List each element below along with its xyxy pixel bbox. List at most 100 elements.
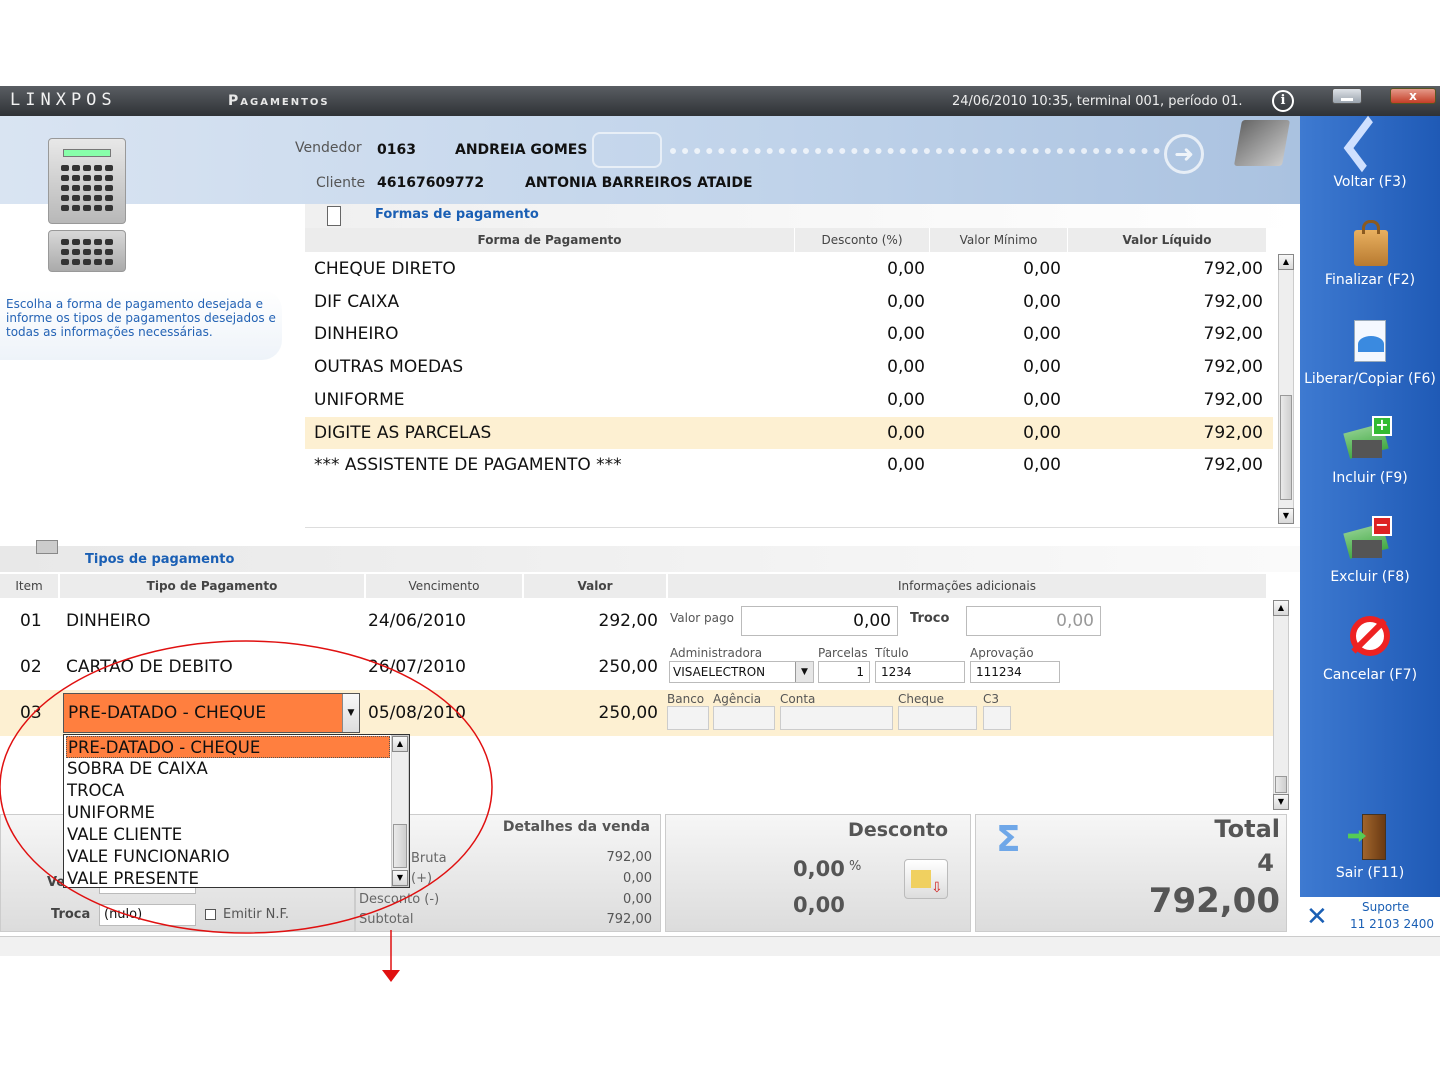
col-valor-liquido[interactable]: Valor Líquido [1068, 228, 1267, 252]
incluir-button[interactable]: Incluir (F9) [1300, 470, 1440, 486]
dropdown-option[interactable]: VALE CLIENTE [66, 824, 390, 846]
tipos-title: Tipos de pagamento [85, 552, 235, 567]
dropdown-option[interactable]: VALE FUNCIONARIO [66, 846, 390, 868]
finalizar-button[interactable]: Finalizar (F2) [1300, 272, 1440, 288]
scroll-down-arrow-icon[interactable]: ▼ [392, 870, 408, 886]
card-decoration-icon [592, 132, 662, 168]
administradora-label: Administradora [670, 646, 763, 660]
conta-input[interactable] [780, 706, 893, 730]
dropdown-option[interactable]: TROCA [66, 780, 390, 802]
money-add-icon[interactable]: + [1343, 414, 1396, 464]
forma-liquido: 792,00 [1203, 389, 1263, 410]
chevron-down-icon[interactable]: ▼ [795, 662, 813, 682]
scroll-down-arrow-icon[interactable]: ▼ [1273, 794, 1289, 810]
col-valor[interactable]: Valor [524, 574, 666, 598]
col-tipo[interactable]: Tipo de Pagamento [60, 574, 364, 598]
suporte-phone: 11 2103 2400 [1350, 917, 1434, 931]
emitir-nf-label-2: Emitir N.F. [223, 907, 290, 922]
dropdown-option[interactable]: UNIFORME [66, 802, 390, 824]
formas-scrollbar[interactable]: ▲ ▼ [1278, 254, 1294, 524]
administradora-select[interactable]: VISAELECTRON ▼ [669, 661, 814, 683]
sair-button[interactable]: Sair (F11) [1300, 865, 1440, 881]
exit-door-icon[interactable] [1344, 812, 1396, 862]
money-remove-icon[interactable]: − [1343, 514, 1396, 564]
col-forma[interactable]: Forma de Pagamento [305, 228, 795, 252]
scroll-thumb[interactable] [1275, 776, 1287, 793]
table-row[interactable]: 02 CARTAO DE DEBITO 26/07/2010 250,00 [0, 644, 1273, 690]
back-arrows-icon[interactable] [1343, 115, 1396, 173]
emitir-nf-checkbox-2[interactable] [205, 909, 216, 920]
desconto-valor[interactable]: 0,00 [793, 893, 845, 917]
col-vencimento[interactable]: Vencimento [366, 574, 522, 598]
list-item[interactable]: DIF CAIXA 0,00 0,00 792,00 [305, 286, 1273, 318]
forma-desconto: 0,00 [887, 455, 925, 476]
row-tipo: CARTAO DE DEBITO [66, 657, 233, 677]
c3-label: C3 [983, 692, 1000, 706]
tipos-scrollbar[interactable]: ▲ ▼ [1273, 600, 1289, 810]
titulo-input[interactable]: 1234 [875, 661, 965, 683]
banco-label: Banco [667, 692, 705, 706]
aprovacao-input[interactable]: 111234 [970, 661, 1060, 683]
desconto-value: 0,00 [623, 892, 652, 907]
vendedor-label: Vendedor [295, 140, 362, 156]
titulo-label: Título [875, 646, 909, 660]
scroll-up-arrow-icon[interactable]: ▲ [392, 736, 408, 752]
cliente-label: Cliente [316, 175, 366, 191]
troca-input[interactable]: (nulo) [99, 904, 196, 926]
scroll-up-arrow-icon[interactable]: ▲ [1273, 600, 1289, 616]
col-valor-minimo[interactable]: Valor Mínimo [930, 228, 1068, 252]
minimize-button[interactable] [1332, 88, 1362, 104]
col-item[interactable]: Item [0, 574, 58, 598]
conta-label: Conta [780, 692, 816, 706]
cheque-input[interactable] [898, 706, 977, 730]
scroll-thumb[interactable] [393, 824, 407, 868]
valor-pago-input[interactable]: 0,00 [741, 606, 898, 636]
list-item[interactable]: DINHEIRO 0,00 0,00 792,00 [305, 318, 1273, 350]
chevron-down-icon[interactable]: ▼ [342, 694, 359, 732]
tipo-pagamento-combobox[interactable]: PRE-DATADO - CHEQUE [63, 693, 360, 733]
info-icon[interactable]: i [1272, 90, 1294, 112]
tipos-section-header: Tipos de pagamento [0, 540, 1300, 572]
dropdown-option[interactable]: SOBRA DE CAIXA [66, 758, 390, 780]
dropdown-scrollbar[interactable]: ▲ ▼ [391, 735, 409, 887]
dropdown-option[interactable]: PRE-DATADO - CHEQUE [66, 736, 390, 758]
document-copy-icon[interactable] [1344, 318, 1396, 368]
forma-desconto: 0,00 [887, 389, 925, 410]
row-tipo: DINHEIRO [66, 611, 151, 631]
list-item[interactable]: CHEQUE DIRETO 0,00 0,00 792,00 [305, 253, 1273, 285]
agencia-input[interactable] [713, 706, 775, 730]
list-item[interactable]: DIGITE AS PARCELAS 0,00 0,00 792,00 [305, 416, 1273, 449]
list-item[interactable]: OUTRAS MOEDAS 0,00 0,00 792,00 [305, 351, 1273, 383]
forma-minimo: 0,00 [1023, 389, 1061, 410]
forma-liquido: 792,00 [1203, 259, 1263, 279]
excluir-button[interactable]: Excluir (F8) [1300, 569, 1440, 585]
close-button[interactable]: x [1390, 88, 1436, 104]
scroll-up-arrow-icon[interactable]: ▲ [1278, 254, 1294, 270]
cancelar-button[interactable]: Cancelar (F7) [1300, 667, 1440, 683]
c3-input[interactable] [983, 706, 1011, 730]
window-title: Pagamentos [228, 93, 330, 109]
voltar-button[interactable]: Voltar (F3) [1300, 174, 1440, 190]
col-desconto[interactable]: Desconto (%) [795, 228, 930, 252]
list-item[interactable]: UNIFORME 0,00 0,00 792,00 [305, 384, 1273, 416]
desconto-pct[interactable]: 0,00 [793, 857, 845, 881]
forma-desconto: 0,00 [887, 357, 925, 378]
dropdown-option[interactable]: VALE PRESENTE [66, 868, 390, 890]
forma-name: DIGITE AS PARCELAS [314, 422, 492, 443]
scroll-down-arrow-icon[interactable]: ▼ [1278, 508, 1294, 524]
cancel-icon[interactable] [1344, 612, 1396, 662]
discount-box-icon[interactable]: ⇩ [904, 859, 948, 899]
shopping-bag-icon[interactable] [1344, 218, 1396, 268]
list-item[interactable]: *** ASSISTENTE DE PAGAMENTO *** 0,00 0,00 7… [305, 449, 1273, 481]
scroll-thumb[interactable] [1280, 395, 1292, 500]
forma-desconto: 0,00 [887, 259, 925, 279]
desconto-panel: Desconto 0,00 % 0,00 ⇩ [665, 814, 971, 932]
col-info[interactable]: Informações adicionais [668, 574, 1266, 598]
administradora-value: VISAELECTRON [673, 665, 766, 679]
parcelas-input[interactable]: 1 [818, 661, 870, 683]
liberar-copiar-button[interactable]: Liberar/Copiar (F6) [1300, 371, 1440, 387]
forma-minimo: 0,00 [1023, 422, 1061, 443]
dotted-decoration [670, 148, 1160, 154]
banco-input[interactable] [667, 706, 709, 730]
troca-label: Troca [51, 907, 91, 922]
